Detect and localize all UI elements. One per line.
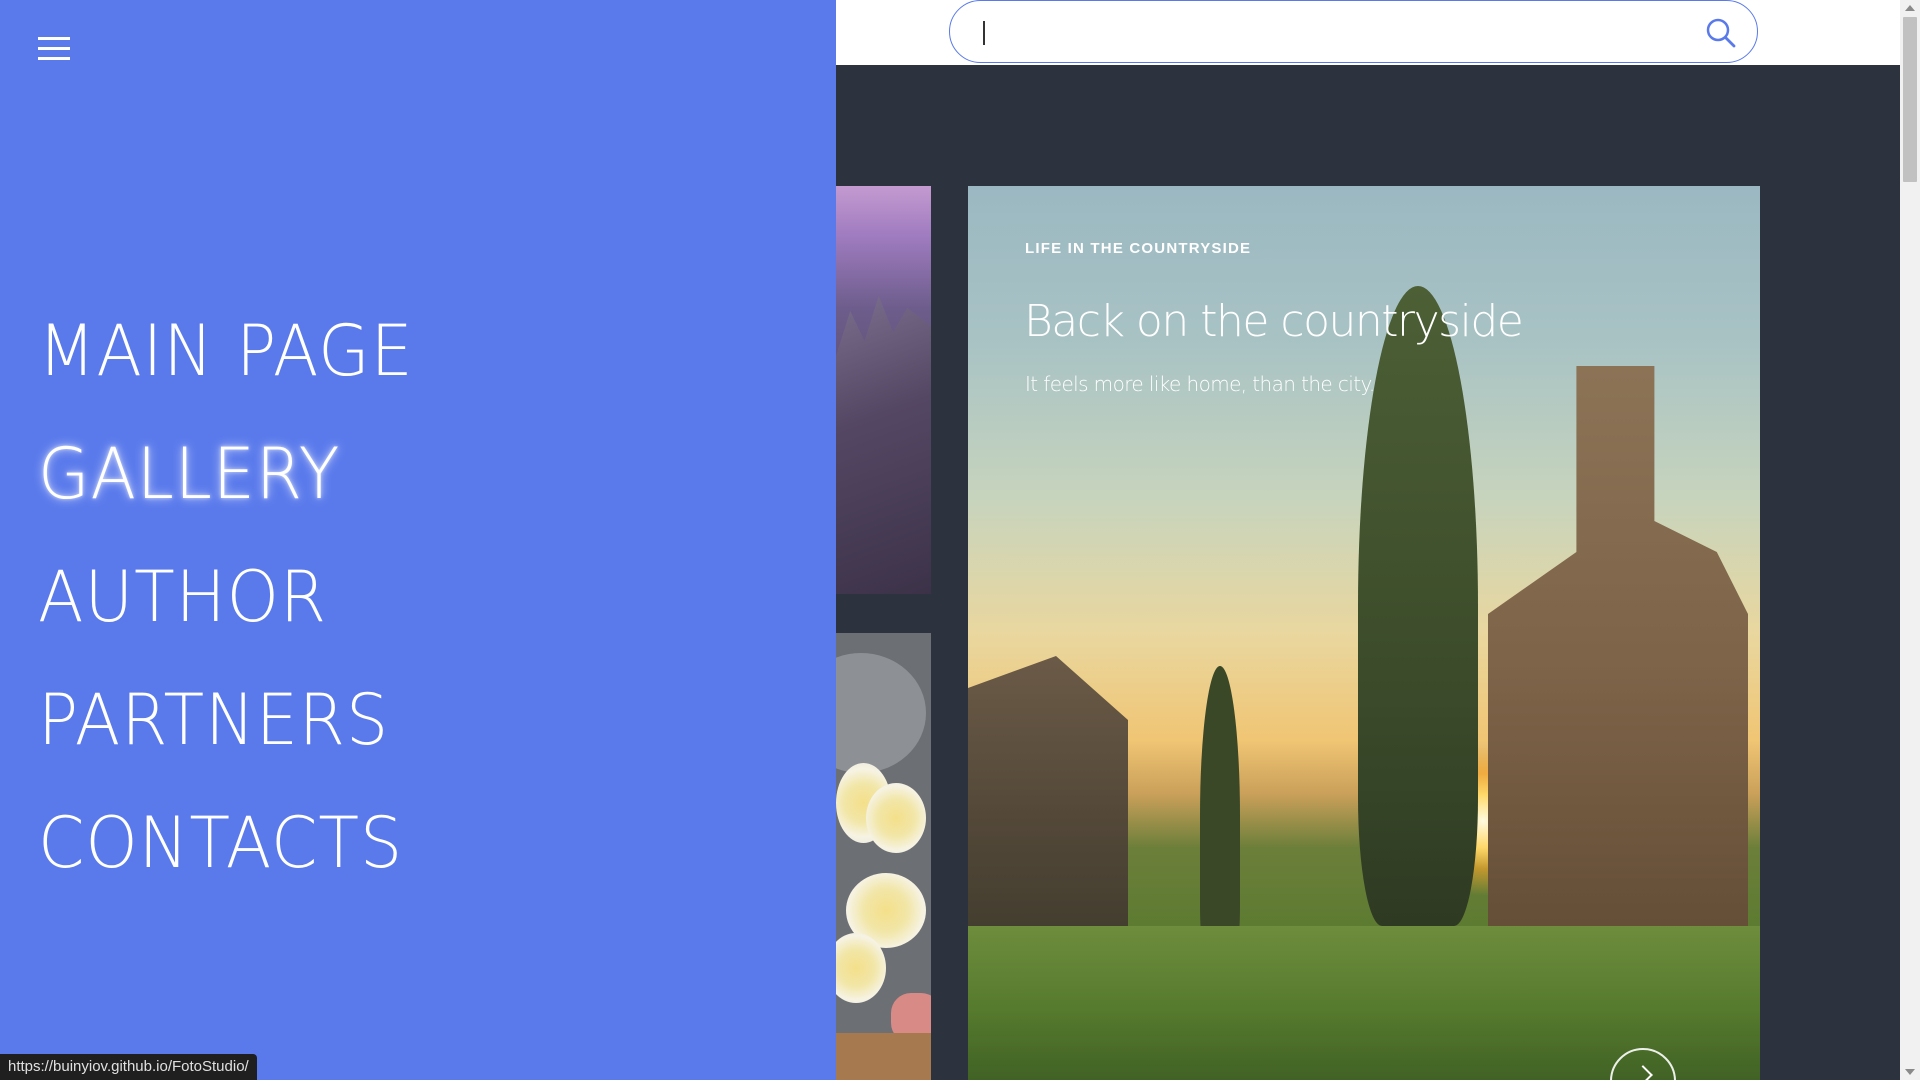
scroll-up-arrow-icon[interactable] — [1905, 5, 1915, 11]
search-input[interactable] — [990, 13, 1634, 53]
hamburger-menu-icon[interactable] — [38, 37, 70, 61]
plate-image — [836, 653, 926, 773]
small-cypress-image — [1200, 666, 1240, 966]
side-menu: MAIN PAGE GALLERY AUTHOR PARTNERS CONTAC… — [0, 0, 836, 1080]
status-bar-url: https://buinyiov.github.io/FotoStudio/ — [0, 1054, 257, 1080]
board-image — [836, 1033, 931, 1080]
search-icon[interactable] — [1705, 17, 1737, 49]
mountain-card-thumbnail[interactable] — [836, 186, 931, 594]
main-nav: MAIN PAGE GALLERY AUTHOR PARTNERS CONTAC… — [38, 290, 433, 905]
egg-image — [866, 783, 926, 853]
church-image — [1488, 366, 1748, 986]
card-kicker: LIFE IN THE COUNTRYSIDE — [1025, 240, 1252, 257]
scrollbar[interactable] — [1900, 0, 1920, 1080]
cypress-tree-image — [1358, 286, 1478, 926]
nav-item-main-page[interactable]: MAIN PAGE — [38, 290, 414, 413]
scroll-down-arrow-icon[interactable] — [1905, 1069, 1915, 1075]
scrollbar-thumb[interactable] — [1903, 17, 1917, 182]
food-card-thumbnail[interactable] — [836, 633, 931, 1080]
text-caret — [983, 21, 985, 45]
mountain-image — [836, 296, 931, 594]
nav-item-contacts[interactable]: CONTACTS — [38, 782, 414, 905]
nav-item-partners[interactable]: PARTNERS — [38, 659, 414, 782]
search-bar[interactable] — [949, 0, 1758, 63]
nav-item-author[interactable]: AUTHOR — [38, 536, 414, 659]
hero-card[interactable]: LIFE IN THE COUNTRYSIDE Back on the coun… — [968, 186, 1760, 1080]
nav-item-gallery[interactable]: GALLERY — [38, 413, 414, 536]
card-subtitle: It feels more like home, than the city. — [1025, 372, 1375, 396]
card-title: Back on the countryside — [1024, 296, 1524, 347]
